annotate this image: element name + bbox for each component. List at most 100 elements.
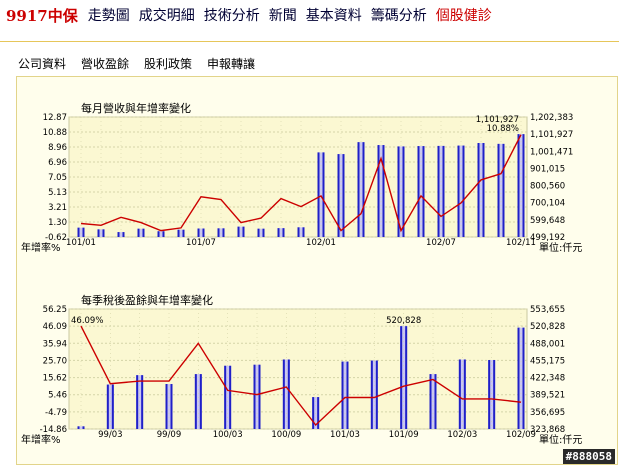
x-tick-label: 102/09: [506, 430, 536, 440]
left-tick-label: -4.79: [45, 408, 67, 418]
x-tick-label: 102/11: [506, 238, 536, 248]
charts-panel: 12.87 10.88 8.96 6.96 7.05 5.13 3.21 1.30 -0.62 1…: [16, 76, 618, 465]
subnav-dividend-policy[interactable]: 股利政策: [144, 55, 192, 72]
x-tick-label: 99/09: [157, 430, 182, 440]
sub-navigation: 公司資料 營收盈餘 股利政策 申報轉讓: [18, 55, 270, 72]
bar-edge-left: [137, 228, 140, 237]
bar-edge-right: [463, 359, 466, 429]
bar-edge-right: [182, 229, 185, 237]
bar-edge-left: [517, 134, 520, 237]
x-tick-label: 102/07: [426, 238, 456, 248]
bar-edge-right: [141, 375, 144, 429]
x-tick-label: 100/03: [213, 430, 243, 440]
chart-title: 每季稅後盈餘與年增率變化: [81, 293, 213, 307]
bar-edge-right: [282, 228, 285, 237]
chart-2: 56.25 46.09 35.94 25.70 15.62 5.46 -4.79 -14.86…: [21, 293, 582, 446]
bar-edge-left: [217, 228, 220, 237]
bar-edge-left: [136, 375, 139, 429]
right-tick-label: 1,001,471: [530, 147, 573, 157]
bar-edge-right: [242, 226, 245, 237]
bar-edge-left: [77, 227, 80, 237]
right-tick-label: 520,828: [530, 322, 565, 332]
left-tick-label: 56.25: [43, 305, 67, 315]
bar-edge-left: [437, 145, 440, 237]
bar-edge-right: [202, 228, 205, 237]
max-growth-annotation: 46.09%: [71, 316, 103, 326]
bar-edge-left: [377, 145, 380, 237]
bar-edge-right: [482, 143, 485, 237]
left-tick-label: 12.87: [43, 113, 67, 123]
x-tick-label: 101/07: [186, 238, 216, 248]
bar-edge-right: [462, 145, 465, 237]
nav-stock-diagnosis[interactable]: 個股健診: [436, 5, 492, 25]
nav-technical-analysis[interactable]: 技術分析: [204, 5, 260, 25]
nav-basic-info[interactable]: 基本資料: [306, 5, 362, 25]
bar-edge-right: [442, 145, 445, 237]
bar-edge-left: [341, 361, 344, 429]
bar-edge-right: [342, 154, 345, 237]
x-tick-label: 102/01: [306, 238, 336, 248]
left-tick-label: 6.96: [48, 158, 67, 168]
charts-canvas: 12.8710.888.966.967.055.133.211.30-0.621…: [21, 101, 582, 446]
x-tick-label: 101/03: [330, 430, 360, 440]
left-tick-label: 5.46: [48, 391, 67, 401]
bar-edge-left: [417, 146, 420, 237]
right-tick-label: 553,655: [530, 305, 565, 315]
x-tick-label: 102/03: [447, 430, 477, 440]
bar-edge-right: [375, 360, 378, 429]
bar-edge-right: [346, 361, 349, 429]
bar-edge-left: [97, 229, 100, 237]
bar-edge-right: [287, 359, 290, 429]
right-tick-label: 901,015: [530, 164, 565, 174]
bar-edge-right: [382, 145, 385, 237]
bar-edge-left: [157, 231, 160, 237]
nav-trade-details[interactable]: 成交明細: [139, 5, 195, 25]
bar-edge-left: [477, 143, 480, 237]
left-axis-label: 年增率%: [21, 241, 61, 254]
bar-edge-left: [297, 227, 300, 237]
left-tick-label: 15.62: [43, 374, 67, 384]
nav-trend-chart[interactable]: 走勢圖: [88, 5, 130, 25]
bar-edge-left: [177, 229, 180, 237]
bar-edge-right: [362, 142, 365, 237]
bar-edge-right: [162, 231, 165, 237]
bar-edge-left: [488, 359, 491, 429]
bar-edge-left: [458, 359, 461, 429]
left-tick-label: -14.86: [40, 425, 67, 435]
watermark: #888058: [562, 449, 615, 464]
left-tick-label: 25.70: [43, 356, 67, 366]
bar-edge-left: [106, 384, 109, 429]
bar-edge-right: [262, 228, 265, 237]
bar-edge-left: [429, 374, 432, 429]
bar-edge-left: [370, 360, 373, 429]
right-tick-label: 389,521: [530, 391, 565, 401]
bar-edge-right: [170, 384, 173, 429]
subnav-company-info[interactable]: 公司資料: [18, 55, 66, 72]
x-tick-label: 101/01: [66, 238, 96, 248]
subnav-revenue-earnings[interactable]: 營收盈餘: [81, 55, 129, 72]
nav-news[interactable]: 新聞: [269, 5, 297, 25]
right-tick-label: 1,101,927: [530, 130, 573, 140]
header-divider: [0, 41, 619, 42]
bar-edge-left: [357, 142, 360, 237]
bar-edge-right: [82, 227, 85, 237]
bar-edge-right: [405, 326, 408, 429]
right-tick-label: 599,648: [530, 216, 565, 226]
bar-edge-left: [277, 228, 280, 237]
nav-chip-analysis[interactable]: 籌碼分析: [371, 5, 427, 25]
bar-edge-right: [422, 146, 425, 237]
bar-edge-left: [457, 145, 460, 237]
left-tick-label: 7.05: [48, 173, 67, 183]
bar-edge-left: [77, 426, 80, 429]
bar-edge-right: [122, 232, 125, 237]
max-growth-annotation: 10.88%: [487, 124, 519, 134]
subnav-insider-transfer[interactable]: 申報轉讓: [207, 55, 255, 72]
bar-edge-left: [517, 327, 520, 429]
left-tick-label: 8.96: [48, 143, 67, 153]
chart-title: 每月營收與年增率變化: [81, 101, 191, 115]
bar-edge-right: [111, 384, 114, 429]
bar-edge-right: [102, 229, 105, 237]
bar-edge-left: [165, 384, 168, 429]
bar-edge-left: [497, 143, 500, 237]
max-value-annotation: 520,828: [386, 316, 421, 326]
